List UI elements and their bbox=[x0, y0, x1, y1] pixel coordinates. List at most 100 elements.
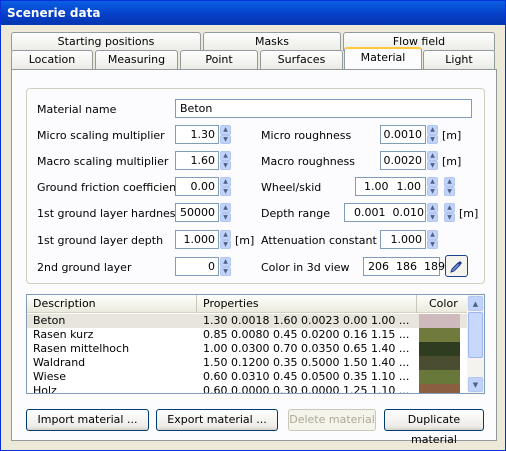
spin-down-icon[interactable]: ▼ bbox=[427, 186, 438, 196]
row-properties: 0.85 0.0080 0.45 0.0200 0.16 1.15 ... bbox=[203, 328, 410, 341]
spin-up-icon[interactable]: ▲ bbox=[444, 177, 455, 187]
scroll-up-icon[interactable]: ▲ bbox=[468, 296, 483, 311]
macro-roughness-input[interactable]: 0.0020 bbox=[380, 151, 426, 170]
scroll-down-icon[interactable]: ▼ bbox=[468, 377, 483, 392]
spin-up-icon[interactable]: ▲ bbox=[427, 177, 438, 187]
attenuation-input[interactable]: 1.000 bbox=[380, 230, 426, 249]
tab-surfaces[interactable]: Surfaces bbox=[260, 50, 343, 69]
material-tab-panel: Material name Beton Micro scaling multip… bbox=[11, 69, 497, 446]
macro-scaling-spinner[interactable]: ▲ ▼ bbox=[220, 151, 231, 170]
tab-masks[interactable]: Masks bbox=[203, 32, 341, 51]
color-b-value: 189 bbox=[424, 260, 445, 273]
color-picker-button[interactable] bbox=[445, 255, 468, 277]
depth-range-value-2: 0.010 bbox=[392, 206, 425, 219]
spin-up-icon[interactable]: ▲ bbox=[220, 125, 231, 135]
spin-up-icon[interactable]: ▲ bbox=[220, 177, 231, 187]
micro-roughness-input[interactable]: 0.0010 bbox=[380, 125, 426, 144]
spin-up-icon[interactable]: ▲ bbox=[427, 151, 438, 161]
macro-scaling-input[interactable]: 1.60 bbox=[175, 151, 219, 170]
depth-range-input[interactable]: 0.001 0.010 bbox=[344, 203, 426, 222]
row-properties: 1.50 0.1200 0.35 0.5000 1.50 1.40 ... bbox=[203, 356, 410, 369]
column-header-properties[interactable]: Properties bbox=[197, 295, 417, 313]
eyedropper-icon bbox=[450, 260, 462, 273]
spin-up-icon[interactable]: ▲ bbox=[427, 230, 438, 240]
material-name-input[interactable]: Beton bbox=[175, 99, 472, 118]
spin-up-icon[interactable]: ▲ bbox=[220, 151, 231, 161]
depth-range-spinner-1[interactable]: ▲ ▼ bbox=[427, 203, 438, 222]
ground-friction-input[interactable]: 0.00 bbox=[175, 177, 219, 196]
list-row-wiese[interactable]: Wiese 0.60 0.0310 0.45 0.0500 0.35 1.10 … bbox=[27, 370, 468, 384]
materials-list[interactable]: Description Properties Color Beton 1.30 … bbox=[26, 294, 485, 394]
tab-light[interactable]: Light bbox=[423, 50, 495, 69]
tab-starting-positions[interactable]: Starting positions bbox=[11, 32, 201, 51]
row-properties: 0.60 0.0000 0.30 0.0000 1.25 1.10 ... bbox=[203, 384, 410, 394]
row-description: Rasen kurz bbox=[33, 328, 94, 341]
first-layer-hardness-spinner[interactable]: ▲ ▼ bbox=[220, 203, 231, 222]
spin-down-icon[interactable]: ▼ bbox=[427, 160, 438, 170]
first-layer-depth-input[interactable]: 1.000 bbox=[175, 230, 219, 249]
macro-roughness-spinner[interactable]: ▲ ▼ bbox=[427, 151, 438, 170]
spin-up-icon[interactable]: ▲ bbox=[220, 257, 231, 267]
spin-down-icon[interactable]: ▼ bbox=[220, 160, 231, 170]
second-layer-input[interactable]: 0 bbox=[175, 257, 219, 276]
window-title: Scenerie data bbox=[1, 1, 505, 25]
duplicate-material-button[interactable]: Duplicate material bbox=[384, 409, 484, 446]
spin-down-icon[interactable]: ▼ bbox=[220, 266, 231, 276]
spin-up-icon[interactable]: ▲ bbox=[427, 125, 438, 135]
wheel-skid-spinner-2[interactable]: ▲ ▼ bbox=[444, 177, 455, 196]
row-color-swatch bbox=[419, 370, 460, 384]
macro-roughness-unit: [m] bbox=[442, 155, 462, 168]
list-row-beton[interactable]: Beton 1.30 0.0018 1.60 0.0023 0.00 1.00 … bbox=[27, 314, 468, 328]
row-properties: 1.30 0.0018 1.60 0.0023 0.00 1.00 ... bbox=[203, 314, 410, 327]
spin-down-icon[interactable]: ▼ bbox=[427, 212, 438, 222]
micro-roughness-spinner[interactable]: ▲ ▼ bbox=[427, 125, 438, 144]
row-description: Waldrand bbox=[33, 356, 86, 369]
wheel-skid-input[interactable]: 1.00 1.00 bbox=[355, 177, 426, 196]
micro-scaling-spinner[interactable]: ▲ ▼ bbox=[220, 125, 231, 144]
list-row-rasen-mittelhoch[interactable]: Rasen mittelhoch 1.00 0.0300 0.70 0.0350… bbox=[27, 342, 468, 356]
spin-down-icon[interactable]: ▼ bbox=[220, 134, 231, 144]
import-material-button[interactable]: Import material ... bbox=[26, 409, 149, 431]
spin-down-icon[interactable]: ▼ bbox=[427, 239, 438, 249]
column-header-color[interactable]: Color bbox=[417, 295, 468, 313]
spin-up-icon[interactable]: ▲ bbox=[220, 203, 231, 213]
tab-material[interactable]: Material bbox=[344, 47, 422, 69]
column-header-description[interactable]: Description bbox=[27, 295, 197, 313]
attenuation-spinner[interactable]: ▲ ▼ bbox=[427, 230, 438, 249]
tab-measuring[interactable]: Measuring bbox=[95, 50, 178, 69]
micro-roughness-label: Micro roughness bbox=[261, 129, 352, 142]
ground-friction-spinner[interactable]: ▲ ▼ bbox=[220, 177, 231, 196]
spin-down-icon[interactable]: ▼ bbox=[427, 134, 438, 144]
spin-up-icon[interactable]: ▲ bbox=[427, 203, 438, 213]
first-layer-depth-spinner[interactable]: ▲ ▼ bbox=[220, 230, 231, 249]
spin-down-icon[interactable]: ▼ bbox=[444, 212, 455, 222]
second-layer-spinner[interactable]: ▲ ▼ bbox=[220, 257, 231, 276]
list-scrollbar[interactable]: ▲ ▼ bbox=[467, 295, 484, 393]
micro-scaling-label: Micro scaling multiplier bbox=[37, 129, 165, 142]
spin-down-icon[interactable]: ▼ bbox=[220, 239, 231, 249]
tab-location[interactable]: Location bbox=[11, 50, 93, 69]
material-name-label: Material name bbox=[37, 103, 117, 116]
spin-up-icon[interactable]: ▲ bbox=[444, 203, 455, 213]
scrollbar-thumb[interactable] bbox=[468, 312, 483, 358]
color-3d-field[interactable]: 206 186 189 bbox=[363, 257, 445, 276]
micro-scaling-input[interactable]: 1.30 bbox=[175, 125, 219, 144]
spin-down-icon[interactable]: ▼ bbox=[444, 186, 455, 196]
delete-material-button[interactable]: Delete material bbox=[288, 409, 376, 431]
micro-roughness-unit: [m] bbox=[442, 129, 462, 142]
list-row-rasen-kurz[interactable]: Rasen kurz 0.85 0.0080 0.45 0.0200 0.16 … bbox=[27, 328, 468, 342]
tab-point[interactable]: Point bbox=[180, 50, 258, 69]
spin-up-icon[interactable]: ▲ bbox=[220, 230, 231, 240]
ground-friction-label: Ground friction coefficient bbox=[37, 181, 181, 194]
list-row-holz[interactable]: Holz 0.60 0.0000 0.30 0.0000 1.25 1.10 .… bbox=[27, 384, 468, 394]
spin-down-icon[interactable]: ▼ bbox=[220, 186, 231, 196]
export-material-button[interactable]: Export material ... bbox=[156, 409, 278, 431]
macro-roughness-label: Macro roughness bbox=[261, 155, 355, 168]
spin-down-icon[interactable]: ▼ bbox=[220, 212, 231, 222]
wheel-skid-spinner-1[interactable]: ▲ ▼ bbox=[427, 177, 438, 196]
row-description: Beton bbox=[33, 314, 66, 327]
first-layer-depth-unit: [m] bbox=[235, 234, 255, 247]
first-layer-hardness-input[interactable]: 50000 bbox=[175, 203, 219, 222]
list-row-waldrand[interactable]: Waldrand 1.50 0.1200 0.35 0.5000 1.50 1.… bbox=[27, 356, 468, 370]
depth-range-spinner-2[interactable]: ▲ ▼ bbox=[444, 203, 455, 222]
